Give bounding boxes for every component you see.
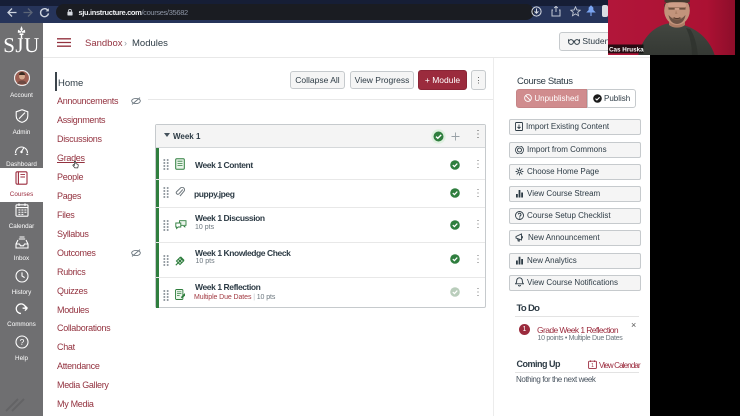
svg-text:1: 1 xyxy=(591,363,594,369)
svg-text:Cas Hruska: Cas Hruska xyxy=(609,46,644,53)
svg-text:?: ? xyxy=(19,337,24,347)
